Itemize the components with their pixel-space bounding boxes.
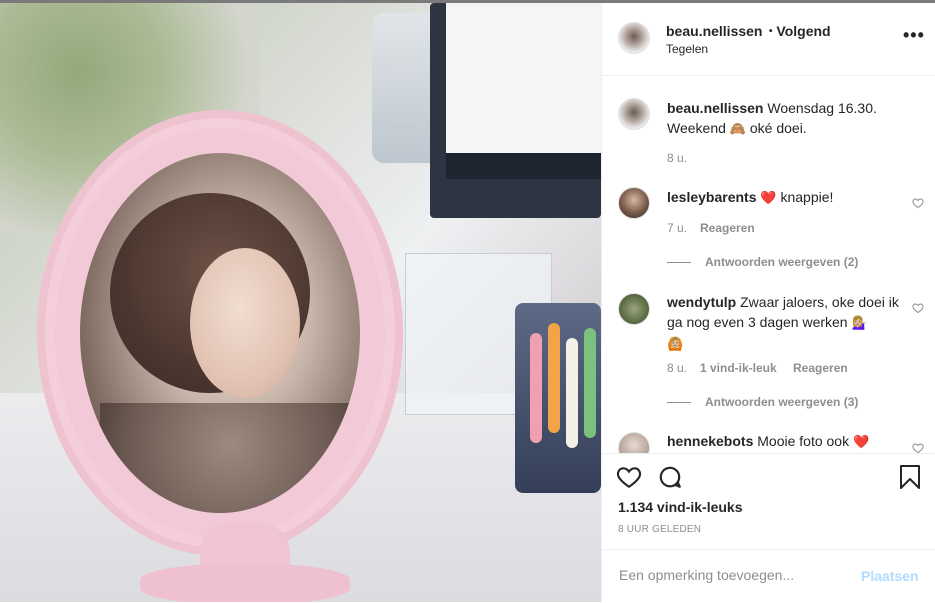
post-location[interactable]: Tegelen	[666, 42, 708, 56]
author-username[interactable]: beau.nellissen	[666, 23, 762, 39]
comment-likes-wendy[interactable]: 1 vind-ik-leuk	[700, 361, 777, 375]
marker-pink	[530, 333, 542, 443]
comment-avatar-wendy[interactable]	[618, 293, 650, 325]
post-side-panel: beau.nellissen • Volgend Tegelen ••• bea…	[601, 3, 935, 602]
bookmark-icon[interactable]	[898, 464, 922, 490]
follow-status-label: Volgend	[776, 23, 831, 39]
reflection-face	[190, 248, 300, 398]
mirror-base	[140, 563, 350, 602]
marker-white	[566, 338, 578, 448]
marker-orange	[548, 323, 560, 433]
reply-button-wendy[interactable]: Reageren	[793, 361, 848, 375]
author-avatar[interactable]	[618, 22, 650, 54]
comment-text-henneke: hennekebots Mooie foto ook ❤️	[667, 431, 902, 452]
reflection-shirt	[100, 403, 360, 513]
monitor-screen	[446, 3, 601, 153]
post-comment-button[interactable]: Plaatsen	[861, 568, 919, 584]
comment-body-henneke: Mooie foto ook	[757, 433, 850, 449]
comment-like-heart-icon[interactable]	[912, 442, 924, 453]
caption-line-1: Woensdag 16.30.	[767, 100, 877, 116]
comments-list[interactable]: beau.nellissen Woensdag 16.30. Weekend 🙈…	[602, 76, 935, 453]
comment-time-lesley[interactable]: 7 u.	[667, 221, 687, 235]
view-replies-label: Antwoorden weergeven (2)	[705, 255, 859, 269]
reply-button-lesley[interactable]: Reageren	[700, 221, 755, 235]
caption-username[interactable]: beau.nellissen	[667, 100, 763, 116]
replies-line	[667, 402, 691, 404]
comment-time-wendy[interactable]: 8 u.	[667, 361, 687, 375]
view-replies-wendy[interactable]: Antwoorden weergeven (3)	[667, 395, 858, 409]
comment-emoji-wendy-2: 🙆🏼	[667, 336, 684, 351]
comment-like-heart-icon[interactable]	[912, 197, 924, 209]
heart-icon[interactable]	[616, 464, 642, 490]
add-comment-input[interactable]	[617, 566, 851, 584]
post-photo[interactable]	[0, 3, 601, 602]
post-header: beau.nellissen • Volgend Tegelen •••	[602, 3, 935, 76]
more-options-icon[interactable]: •••	[903, 25, 925, 46]
view-replies-label: Antwoorden weergeven (3)	[705, 395, 859, 409]
comment-text-wendy: wendytulp Zwaar jaloers, oke doei ik ga …	[667, 292, 902, 354]
replies-line	[667, 262, 691, 264]
view-replies-lesley[interactable]: Antwoorden weergeven (2)	[667, 255, 858, 269]
marker-green	[584, 328, 596, 438]
comment-avatar-lesley[interactable]	[618, 187, 650, 219]
caption-time[interactable]: 8 u.	[667, 151, 687, 165]
heart-emoji: ❤️	[852, 434, 870, 449]
action-bar: 1.134 vind-ik-leuks 8 UUR GELEDEN	[602, 453, 935, 550]
comment-like-heart-icon[interactable]	[912, 302, 924, 314]
comment-body-lesley: knappie!	[780, 189, 834, 205]
caption-weekend: Weekend	[667, 120, 726, 136]
posted-time-ago[interactable]: 8 UUR GELEDEN	[618, 524, 701, 535]
comment-username-henneke[interactable]: hennekebots	[667, 433, 753, 449]
mirror-reflection	[80, 153, 360, 513]
caption-text: beau.nellissen Woensdag 16.30. Weekend 🙈…	[667, 98, 917, 139]
add-comment-bar: Plaatsen	[602, 549, 935, 603]
follow-status[interactable]: • Volgend	[769, 23, 831, 39]
heart-emoji: ❤️	[760, 190, 777, 205]
caption-emoji: 🙈	[729, 121, 746, 136]
comment-text-lesley: lesleybarents ❤️ knappie!	[667, 187, 897, 208]
comment-username-wendy[interactable]: wendytulp	[667, 294, 736, 310]
comment-username-lesley[interactable]: lesleybarents	[667, 189, 757, 205]
likes-count[interactable]: 1.134 vind-ik-leuks	[618, 499, 743, 515]
caption-end: oké doei.	[749, 120, 807, 136]
comment-emoji-wendy: 💁🏼‍♀️	[851, 315, 868, 330]
comment-avatar-henneke[interactable]	[618, 432, 650, 453]
comment-icon[interactable]	[657, 464, 683, 490]
monitor-taskbar	[446, 153, 601, 179]
caption-avatar[interactable]	[618, 98, 650, 130]
follow-separator: •	[769, 26, 773, 37]
